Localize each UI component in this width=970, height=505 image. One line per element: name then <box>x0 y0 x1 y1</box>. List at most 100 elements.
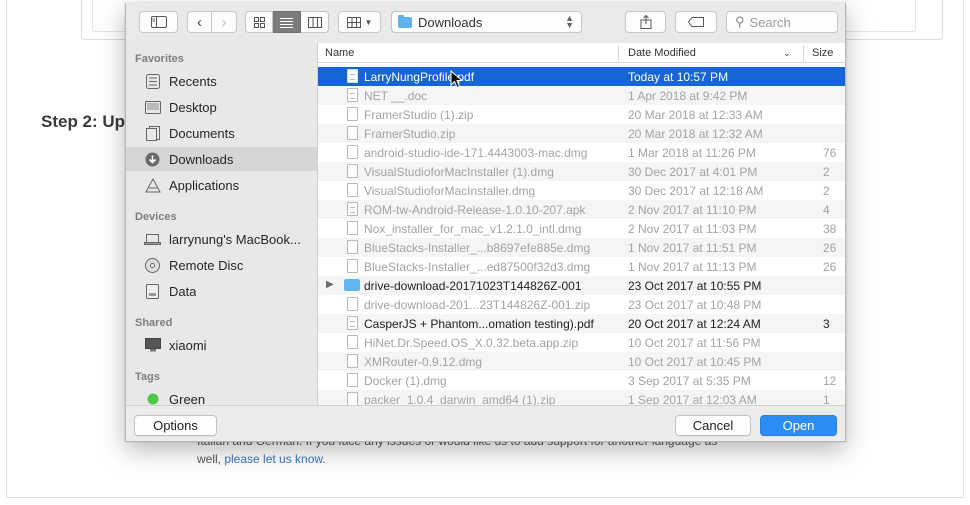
file-size: 26 <box>823 241 837 255</box>
icon-view-button[interactable] <box>245 11 273 33</box>
sidebar-item-downloads[interactable]: Downloads <box>126 147 317 171</box>
column-divider <box>803 45 804 61</box>
file-name: VisualStudioforMacInstaller.dmg <box>364 184 536 198</box>
file-name: drive-download-20171023T144826Z-001 <box>364 279 582 293</box>
file-name: NET __.doc <box>364 89 428 103</box>
file-size: 26 <box>823 260 837 274</box>
file-row[interactable]: Nox_installer_for_mac_v1.2.1.0_intl.dmg 2… <box>318 219 845 238</box>
file-name: FramerStudio (1).zip <box>364 108 474 122</box>
sidebar-item-applications[interactable]: Applications <box>126 173 317 197</box>
file-name: android-studio-ide-171.4443003-mac.dmg <box>364 146 588 160</box>
search-placeholder: Search <box>749 14 791 30</box>
file-row[interactable]: VisualStudioforMacInstaller (1).dmg 30 De… <box>318 162 845 181</box>
folder-icon <box>398 14 412 28</box>
file-list: Name Date Modified ⌄ Size LarryNungProfi… <box>318 43 845 405</box>
disclosure-triangle-icon[interactable]: ▶ <box>326 279 334 290</box>
document-icon <box>347 69 358 83</box>
sidebar-item-label: Desktop <box>169 99 217 115</box>
location-label: Downloads <box>418 14 483 30</box>
document-icon <box>347 202 358 216</box>
sidebar-item-remote-disc[interactable]: Remote Disc <box>126 253 317 277</box>
step-heading: Step 2: Up <box>41 112 126 131</box>
file-row[interactable]: NET __.doc 1 Apr 2018 at 9:42 PM <box>318 86 845 105</box>
file-date-modified: 20 Mar 2018 at 12:32 AM <box>628 127 763 141</box>
file-name: FramerStudio.zip <box>364 127 456 141</box>
sidebar-item-recents[interactable]: Recents <box>126 69 317 93</box>
sidebar-toggle-icon <box>150 16 167 28</box>
disk-image-icon <box>347 183 358 197</box>
sidebar-heading-favorites: Favorites <box>135 53 184 65</box>
sidebar-item-label: larrynung's MacBook... <box>169 231 301 247</box>
sidebar-item-desktop[interactable]: Desktop <box>126 95 317 119</box>
file-name: ROM-tw-Android-Release-1.0.10-207.apk <box>364 203 586 217</box>
cancel-button[interactable]: Cancel <box>675 415 751 436</box>
file-row[interactable]: FramerStudio (1).zip 20 Mar 2018 at 12:33… <box>318 105 845 124</box>
search-field[interactable]: ⚲ Search <box>726 11 838 33</box>
file-size: 4 <box>823 203 830 217</box>
options-button[interactable]: Options <box>134 415 217 436</box>
file-row[interactable]: Docker (1).dmg 3 Sep 2017 at 5:35 PM 12 <box>318 371 845 390</box>
tags-button[interactable] <box>675 11 717 33</box>
sidebar-item-label: Green <box>169 391 206 406</box>
forward-button[interactable]: › <box>212 11 237 33</box>
file-row[interactable]: HiNet.Dr.Speed.OS_X.0.32.beta.app.zip 10 … <box>318 333 845 352</box>
file-size: 3 <box>823 317 830 331</box>
file-row[interactable]: XMRouter-0.9.12.dmg 10 Oct 2017 at 10:45 … <box>318 352 845 371</box>
file-row[interactable]: ROM-tw-Android-Release-1.0.10-207.apk 2 N… <box>318 200 845 219</box>
file-row[interactable]: packer_1.0.4_darwin_amd64 (1).zip 1 Sep 2… <box>318 390 845 405</box>
sidebar-item-green[interactable]: Green <box>126 387 317 405</box>
sidebar-heading-devices: Devices <box>135 211 177 223</box>
file-row[interactable]: ▶ drive-download-20171023T144826Z-001 23 O… <box>318 276 845 295</box>
sidebar-item-xiaomi[interactable]: xiaomi <box>126 333 317 357</box>
column-header-size[interactable]: Size <box>812 47 833 59</box>
column-header-name[interactable]: Name <box>325 47 354 59</box>
contact-link[interactable]: please let us know <box>224 452 322 466</box>
sidebar-item-data[interactable]: Data <box>126 279 317 303</box>
share-button[interactable] <box>625 11 666 33</box>
disk-image-icon <box>347 145 358 159</box>
disk-image-icon <box>347 373 358 387</box>
zip-file-icon <box>347 297 358 311</box>
file-row[interactable]: VisualStudioforMacInstaller.dmg 30 Dec 20… <box>318 181 845 200</box>
mouse-pointer-icon <box>450 70 464 89</box>
list-view-button[interactable] <box>273 11 301 33</box>
sidebar-toggle-button[interactable] <box>139 11 178 33</box>
sidebar-item-documents[interactable]: Documents <box>126 121 317 145</box>
share-icon <box>640 15 651 29</box>
file-date-modified: 1 Mar 2018 at 11:26 PM <box>628 146 756 160</box>
group-by-button[interactable]: ▼ <box>338 11 381 33</box>
disc-icon <box>144 257 161 273</box>
sort-chevron-icon: ⌄ <box>783 48 791 58</box>
columns-icon <box>307 16 322 28</box>
column-header-date[interactable]: Date Modified <box>628 47 696 59</box>
file-date-modified: 1 Nov 2017 at 11:13 PM <box>628 260 757 274</box>
grid-icon <box>253 16 265 28</box>
file-row[interactable]: LarryNungProfile.pdf Today at 10:57 PM <box>318 67 845 86</box>
recents-icon <box>144 73 161 89</box>
zip-file-icon <box>347 335 358 349</box>
file-name: VisualStudioforMacInstaller (1).dmg <box>364 165 554 179</box>
file-row[interactable]: BlueStacks-Installer_...b8697efe885e.dmg… <box>318 238 845 257</box>
back-button[interactable]: ‹ <box>187 11 212 33</box>
column-view-button[interactable] <box>301 11 329 33</box>
file-date-modified: 1 Apr 2018 at 9:42 PM <box>628 89 748 103</box>
file-date-modified: 1 Nov 2017 at 11:51 PM <box>628 241 757 255</box>
file-name: BlueStacks-Installer_...b8697efe885e.dmg <box>364 241 591 255</box>
file-row[interactable]: CasperJS + Phantom...omation testing).pd… <box>318 314 845 333</box>
location-popup[interactable]: Downloads ▲ ▼ <box>391 11 582 33</box>
tag-icon <box>688 17 704 27</box>
file-size: 2 <box>823 165 830 179</box>
sidebar-item-label: Data <box>169 283 197 299</box>
sidebar-item-label: Recents <box>169 73 217 89</box>
disk-image-icon <box>347 221 358 235</box>
list-header: Name Date Modified ⌄ Size <box>318 43 845 63</box>
file-row[interactable]: android-studio-ide-171.4443003-mac.dmg 1 … <box>318 143 845 162</box>
file-size: 76 <box>823 146 837 160</box>
sidebar-item-larrynung-s-macbook[interactable]: larrynung's MacBook... <box>126 227 317 251</box>
file-row[interactable]: drive-download-201...23T144826Z-001.zip 2… <box>318 295 845 314</box>
document-icon <box>347 316 358 330</box>
open-button[interactable]: Open <box>760 415 837 436</box>
file-row[interactable]: FramerStudio.zip 20 Mar 2018 at 12:32 AM <box>318 124 845 143</box>
file-date-modified: 2 Nov 2017 at 11:03 PM <box>628 222 757 236</box>
file-row[interactable]: BlueStacks-Installer_...ed87500f32d3.dmg… <box>318 257 845 276</box>
